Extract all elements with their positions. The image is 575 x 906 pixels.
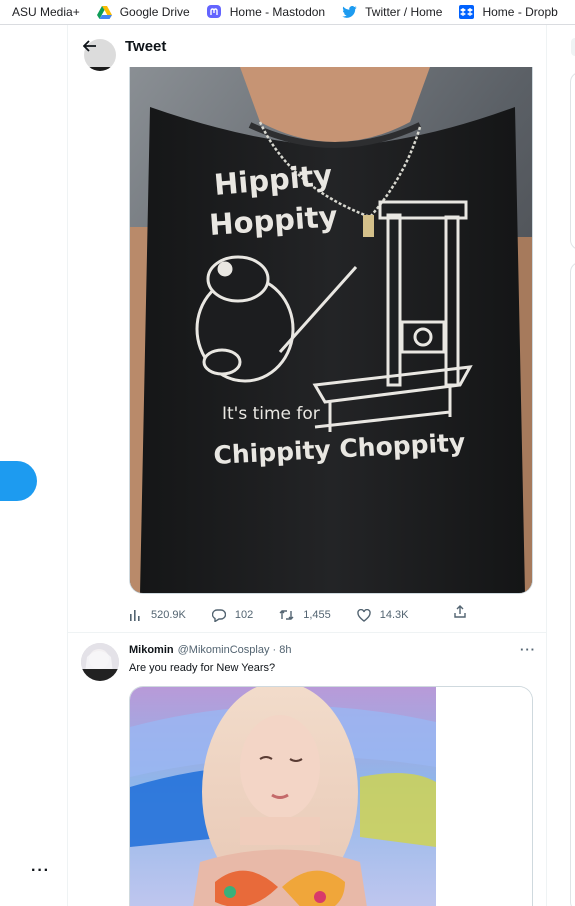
nav-more-button[interactable]: ··· [31, 862, 50, 880]
mastodon-icon [207, 4, 222, 20]
shirt-text-line3: It's time for [222, 404, 320, 424]
tweet-action-bar: 520.9K 102 1,455 14.3K [129, 605, 479, 625]
bookmark-mastodon[interactable]: Home - Mastodon [207, 0, 326, 24]
avatar[interactable] [81, 643, 119, 681]
share-icon [454, 605, 466, 618]
bookmark-dropbox[interactable]: Home - Dropb [459, 0, 558, 24]
retweet-icon [279, 610, 294, 620]
tweet-more-button[interactable]: ··· [520, 642, 536, 657]
post-tweet-button[interactable] [0, 461, 37, 501]
tweet-media-image[interactable]: Hippity Hoppity It's time for Chippity C… [129, 67, 533, 594]
share-button[interactable] [453, 605, 467, 624]
tweet-timeline: Hippity Hoppity It's time for Chippity C… [67, 25, 547, 906]
analytics-icon [130, 610, 140, 621]
tweet-divider [68, 632, 546, 633]
reply-icon [211, 608, 226, 622]
bookmarks-bar: ASU Media+ Google Drive Home - Mastodon … [0, 0, 575, 25]
dropbox-icon [459, 5, 475, 20]
bookmark-asu-media[interactable]: ASU Media+ [12, 0, 80, 24]
like-button[interactable]: 14.3K [357, 608, 409, 622]
tweet-timestamp[interactable]: · 8h [272, 644, 291, 656]
tweet-text: Are you ready for New Years? [129, 662, 276, 674]
author-handle[interactable]: @MikominCosplay [178, 644, 270, 656]
avatar-image [81, 643, 119, 681]
page-title: Tweet [125, 37, 167, 55]
like-count: 14.3K [379, 609, 409, 621]
bookmark-label: Twitter / Home [365, 5, 443, 19]
retweet-count: 1,455 [303, 609, 331, 621]
reply-count: 102 [234, 609, 254, 621]
bookmark-label: Google Drive [119, 5, 190, 19]
bookmark-twitter-home[interactable]: Twitter / Home [342, 0, 443, 24]
back-arrow-icon[interactable] [80, 36, 100, 56]
retweet-button[interactable]: 1,455 [279, 609, 331, 621]
bookmark-label: Home - Dropb [482, 5, 558, 19]
sidebar-card-edge [570, 72, 575, 250]
author-name[interactable]: Mikomin [129, 644, 174, 656]
tshirt-photo: Hippity Hoppity It's time for Chippity C… [130, 67, 532, 593]
views-stat[interactable]: 520.9K [129, 609, 186, 621]
views-count: 520.9K [151, 609, 186, 621]
tweet-media-image[interactable] [129, 686, 533, 906]
heart-icon [357, 608, 371, 622]
search-bar-edge[interactable] [571, 38, 575, 56]
bookmark-label: Home - Mastodon [229, 5, 326, 19]
photo [130, 687, 532, 906]
sidebar-card-edge [570, 262, 575, 906]
twitter-bird-icon [342, 5, 357, 20]
tweet-author-line: Mikomin @MikominCosplay · 8h [129, 644, 291, 656]
bookmark-label: ASU Media+ [12, 5, 80, 19]
reply-button[interactable]: 102 [211, 608, 254, 622]
page-header: Tweet [68, 25, 546, 67]
bookmark-google-drive[interactable]: Google Drive [96, 0, 190, 24]
google-drive-icon [96, 5, 112, 20]
